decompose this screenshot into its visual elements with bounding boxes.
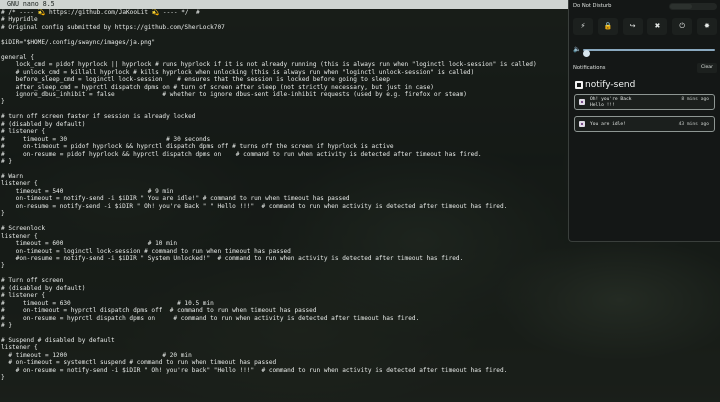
notification-icon bbox=[579, 99, 585, 105]
code-line[interactable]: # Turn off screen bbox=[0, 277, 720, 284]
editor-title: GNU nano 8.5 bbox=[7, 0, 55, 8]
notification-icon bbox=[579, 121, 585, 127]
code-line[interactable]: # listener { bbox=[0, 292, 720, 299]
code-line[interactable]: listener { bbox=[0, 344, 720, 351]
app-name: notify-send bbox=[585, 80, 636, 90]
code-line[interactable] bbox=[0, 270, 720, 277]
dnd-toggle[interactable] bbox=[669, 3, 717, 10]
code-line[interactable]: # on-timeout = systemctl suspend # comma… bbox=[0, 359, 720, 366]
quick-actions: ⚡ 🔒 ↪ ✖ ⏻ ✸ bbox=[573, 18, 717, 35]
volume-slider-handle[interactable] bbox=[583, 49, 591, 57]
volume-slider[interactable] bbox=[583, 48, 715, 57]
notification-group-header: notify-send bbox=[573, 79, 717, 91]
code-line[interactable]: #on-resume = notify-send -i $iDIR " Syst… bbox=[0, 255, 720, 262]
code-line[interactable]: on-timeout = loginctl lock-session # com… bbox=[0, 248, 720, 255]
bluetooth-icon: ✸ bbox=[704, 22, 710, 30]
dnd-label: Do Not Disturb bbox=[573, 3, 612, 9]
code-line[interactable]: # } bbox=[0, 322, 720, 329]
code-line[interactable]: # Suspend # disabled by default bbox=[0, 337, 720, 344]
dnd-row: Do Not Disturb bbox=[573, 2, 717, 11]
notifications-header: Notifications Clear bbox=[573, 63, 717, 73]
notification-body: Hello !!! bbox=[590, 102, 615, 108]
code-line[interactable]: # on-resume = notify-send -i $iDIR " Oh!… bbox=[0, 367, 720, 374]
clear-button[interactable]: Clear bbox=[697, 63, 717, 73]
logout-button[interactable]: ↪ bbox=[622, 18, 643, 35]
lock-icon: 🔒 bbox=[603, 22, 613, 30]
lock-button[interactable]: 🔒 bbox=[597, 18, 618, 35]
code-line[interactable]: # (disabled by default) bbox=[0, 285, 720, 292]
bluetooth-button[interactable]: ✸ bbox=[696, 18, 717, 35]
notification-time: 43 mins ago bbox=[678, 122, 709, 127]
no-wifi-icon: ✖ bbox=[654, 22, 661, 30]
dnd-toggle-knob bbox=[670, 4, 692, 9]
volume-row: 🔈 bbox=[573, 45, 717, 57]
speaker-icon: 🔈 bbox=[573, 45, 582, 53]
code-line[interactable]: # on-resume = hyprctl dispatch dpms on #… bbox=[0, 315, 720, 322]
logout-icon: ↪ bbox=[629, 22, 636, 30]
code-line[interactable]: # on-timeout = hyprctl dispatch dpms off… bbox=[0, 307, 720, 314]
bolt-icon: ⚡ bbox=[580, 22, 586, 30]
notification-card[interactable]: Oh! you're Back Hello !!! 8 mins ago bbox=[574, 94, 715, 110]
bolt-button[interactable]: ⚡ bbox=[573, 18, 593, 35]
code-line[interactable]: # timeout = 630 # 10.5 min bbox=[0, 300, 720, 307]
notification-panel: Do Not Disturb ⚡ 🔒 ↪ ✖ ⏻ ✸ 🔈 Notificatio… bbox=[568, 0, 720, 242]
code-line[interactable]: } bbox=[0, 374, 720, 381]
code-line[interactable] bbox=[0, 329, 720, 336]
code-line[interactable]: # timeout = 1200 # 20 min bbox=[0, 352, 720, 359]
code-line[interactable]: } bbox=[0, 262, 720, 269]
power-icon: ⏻ bbox=[679, 22, 685, 30]
notifications-label: Notifications bbox=[573, 65, 606, 71]
wifi-toggle-button[interactable]: ✖ bbox=[647, 18, 668, 35]
app-icon bbox=[575, 81, 583, 89]
notification-time: 8 mins ago bbox=[681, 97, 709, 102]
notification-card[interactable]: You are idle! 43 mins ago bbox=[574, 116, 715, 132]
power-button[interactable]: ⏻ bbox=[672, 18, 693, 35]
notification-title: You are idle! bbox=[590, 122, 626, 127]
